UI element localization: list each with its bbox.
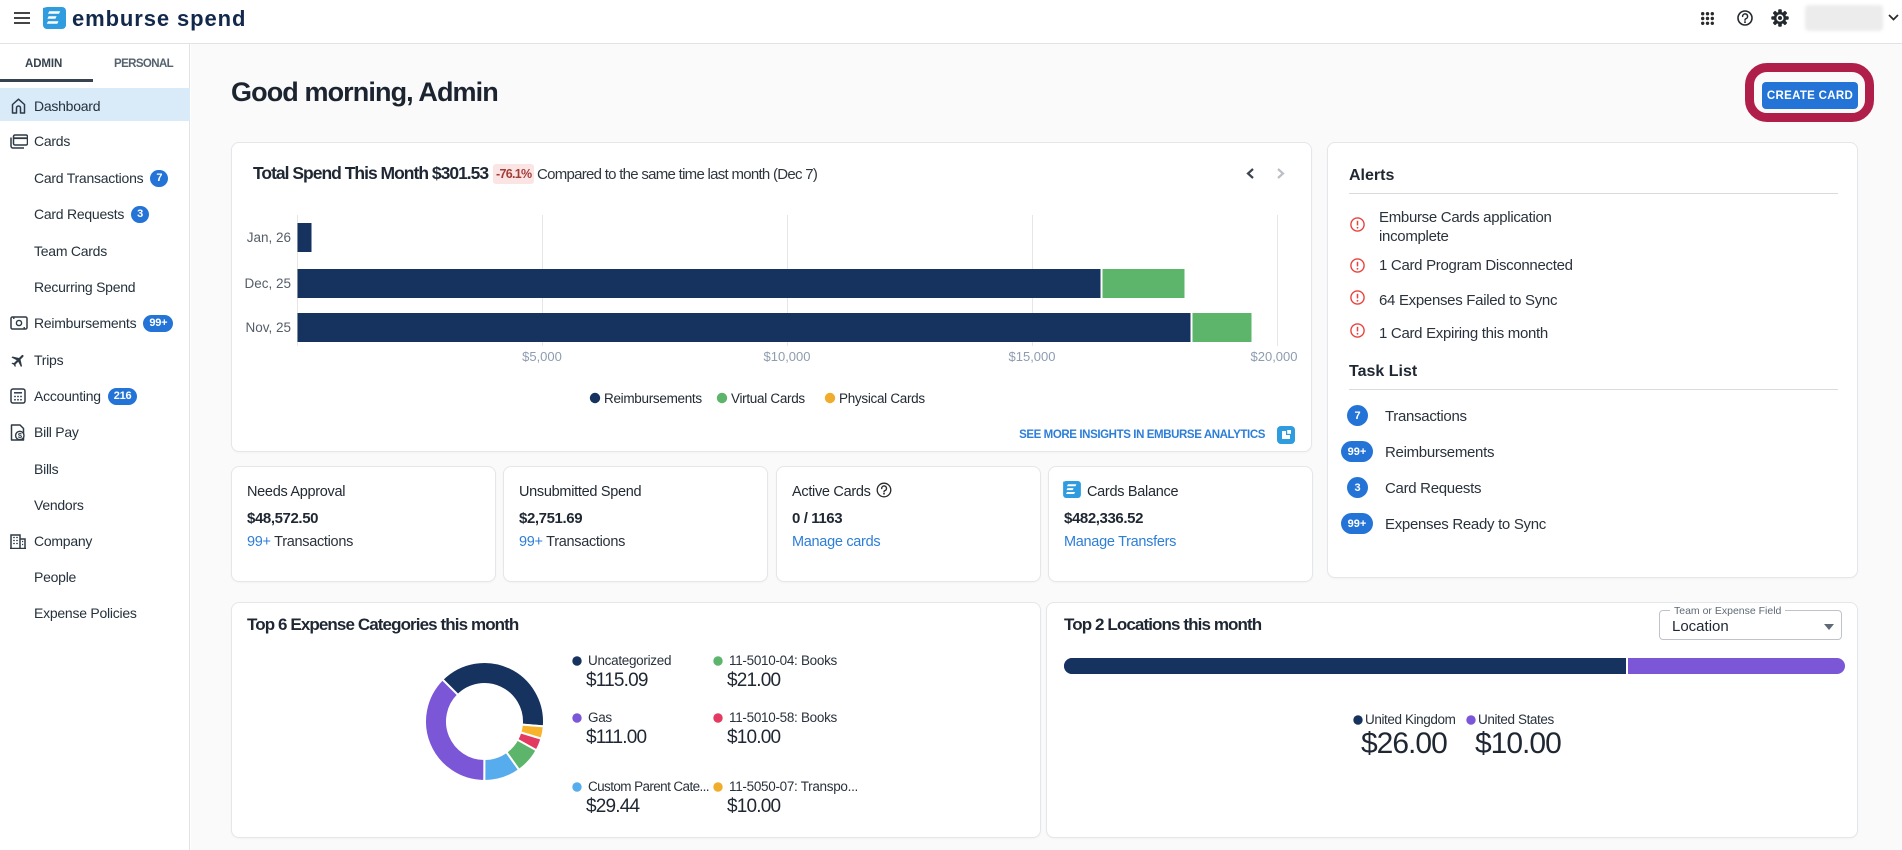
svg-text:Dec, 25: Dec, 25: [244, 276, 291, 291]
svg-text:$5,000: $5,000: [522, 349, 562, 364]
svg-text:$15,000: $15,000: [1009, 349, 1056, 364]
svg-text:Jan, 26: Jan, 26: [247, 230, 291, 245]
svg-text:Virtual Cards: Virtual Cards: [731, 391, 805, 406]
svg-text:Nov, 25: Nov, 25: [245, 320, 291, 335]
svg-text:$20,000: $20,000: [1251, 349, 1298, 364]
svg-text:Physical Cards: Physical Cards: [839, 391, 925, 406]
svg-text:Reimbursements: Reimbursements: [604, 391, 702, 406]
svg-text:$10,000: $10,000: [764, 349, 811, 364]
